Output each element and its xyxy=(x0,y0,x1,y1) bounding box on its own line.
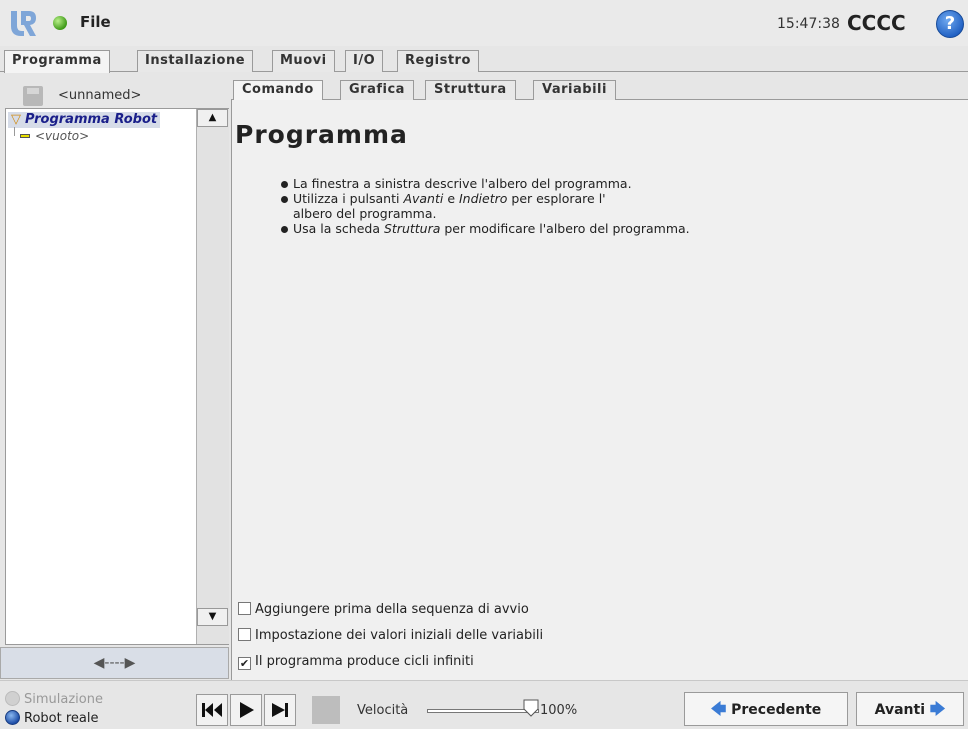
radio-selected-icon[interactable] xyxy=(5,710,20,725)
tree-root-label: Programma Robot xyxy=(25,112,158,127)
file-menu[interactable]: File xyxy=(80,13,111,31)
step-icon xyxy=(272,703,288,717)
tab-programma[interactable]: Programma xyxy=(4,50,110,73)
option-loop-forever[interactable]: ✔ Il programma produce cicli infiniti xyxy=(238,654,474,672)
next-button[interactable]: Avanti 🡆 xyxy=(856,692,964,726)
sub-tabs: Comando Grafica Struttura Variabili xyxy=(231,80,968,101)
arrow-right-icon: 🡆 xyxy=(929,700,946,718)
tab-struttura[interactable]: Struttura xyxy=(425,80,516,100)
robot-name: CCCC xyxy=(847,11,906,35)
robot-status-icon xyxy=(53,16,67,30)
option-init-variables[interactable]: Impostazione dei valori iniziali delle v… xyxy=(238,628,543,646)
arrow-left-icon: 🡄 xyxy=(710,700,727,718)
tree-node-empty[interactable]: <vuoto> xyxy=(14,129,89,143)
mode-real-robot[interactable]: Robot reale xyxy=(5,710,98,726)
tab-registro[interactable]: Registro xyxy=(397,50,479,72)
command-panel: Programma La finestra a sinistra descriv… xyxy=(231,100,968,680)
tab-muovi[interactable]: Muovi xyxy=(272,50,335,72)
ur-logo-icon xyxy=(11,11,36,36)
page-title: Programma xyxy=(235,120,408,149)
empty-node-icon xyxy=(20,133,30,138)
checkbox[interactable] xyxy=(238,602,251,615)
program-tree: ▽Programma Robot <vuoto> ▲ ▼ ◀ ▶ xyxy=(5,108,229,677)
tab-installazione[interactable]: Installazione xyxy=(137,50,254,72)
program-name: <unnamed> xyxy=(58,88,142,103)
panel-resize-handle[interactable]: ◀----▶ xyxy=(0,647,229,679)
help-button[interactable]: ? xyxy=(936,10,964,38)
scroll-down-button[interactable]: ▼ xyxy=(197,608,228,626)
tab-comando[interactable]: Comando xyxy=(233,80,323,101)
mode-simulation[interactable]: Simulazione xyxy=(5,691,103,707)
expand-triangle-icon[interactable]: ▽ xyxy=(11,112,21,127)
tree-vertical-scrollbar[interactable]: ▲ ▼ xyxy=(196,109,229,644)
tab-io[interactable]: I/O xyxy=(345,50,384,72)
radio-unselected-icon[interactable] xyxy=(5,691,20,706)
option-startup-sequence[interactable]: Aggiungere prima della sequenza di avvio xyxy=(238,602,529,620)
checkbox[interactable] xyxy=(238,628,251,641)
previous-button[interactable]: 🡄 Precedente xyxy=(684,692,848,726)
rewind-button[interactable] xyxy=(196,694,228,726)
step-button[interactable] xyxy=(264,694,296,726)
program-header: <unnamed> xyxy=(0,82,229,106)
tab-grafica[interactable]: Grafica xyxy=(340,80,414,100)
scroll-up-button[interactable]: ▲ xyxy=(197,109,228,127)
save-icon[interactable] xyxy=(23,86,43,106)
rewind-icon xyxy=(202,703,222,717)
speed-slider-thumb[interactable] xyxy=(523,699,539,717)
speed-label: Velocità xyxy=(357,703,409,718)
program-tree-panel: <unnamed> ▽ Programma Robot <vuoto> ▲ ▼ ◀… xyxy=(0,77,229,679)
clock: 15:47:38 xyxy=(777,16,840,32)
instructions-list: La finestra a sinistra descrive l'albero… xyxy=(280,176,690,236)
tree-node-root[interactable]: ▽ Programma Robot xyxy=(8,112,161,128)
tree-child-label: <vuoto> xyxy=(35,129,90,143)
play-icon xyxy=(240,702,254,718)
list-item: La finestra a sinistra descrive l'albero… xyxy=(280,176,690,191)
main-tabs: Programma Installazione Muovi I/O Regist… xyxy=(0,50,968,73)
tab-variabili[interactable]: Variabili xyxy=(533,80,616,100)
list-item: Usa la scheda Struttura per modificare l… xyxy=(280,221,690,236)
speed-value: 100% xyxy=(540,703,578,718)
checkbox-checked[interactable]: ✔ xyxy=(238,657,251,670)
top-bar: File 15:47:38 CCCC ? xyxy=(0,0,968,46)
play-button[interactable] xyxy=(230,694,262,726)
stop-button[interactable] xyxy=(312,696,340,724)
list-item: Utilizza i pulsanti Avanti e Indietro pe… xyxy=(280,191,690,221)
footer-bar: Simulazione Robot reale Velocità 100% 🡄 … xyxy=(0,680,968,729)
